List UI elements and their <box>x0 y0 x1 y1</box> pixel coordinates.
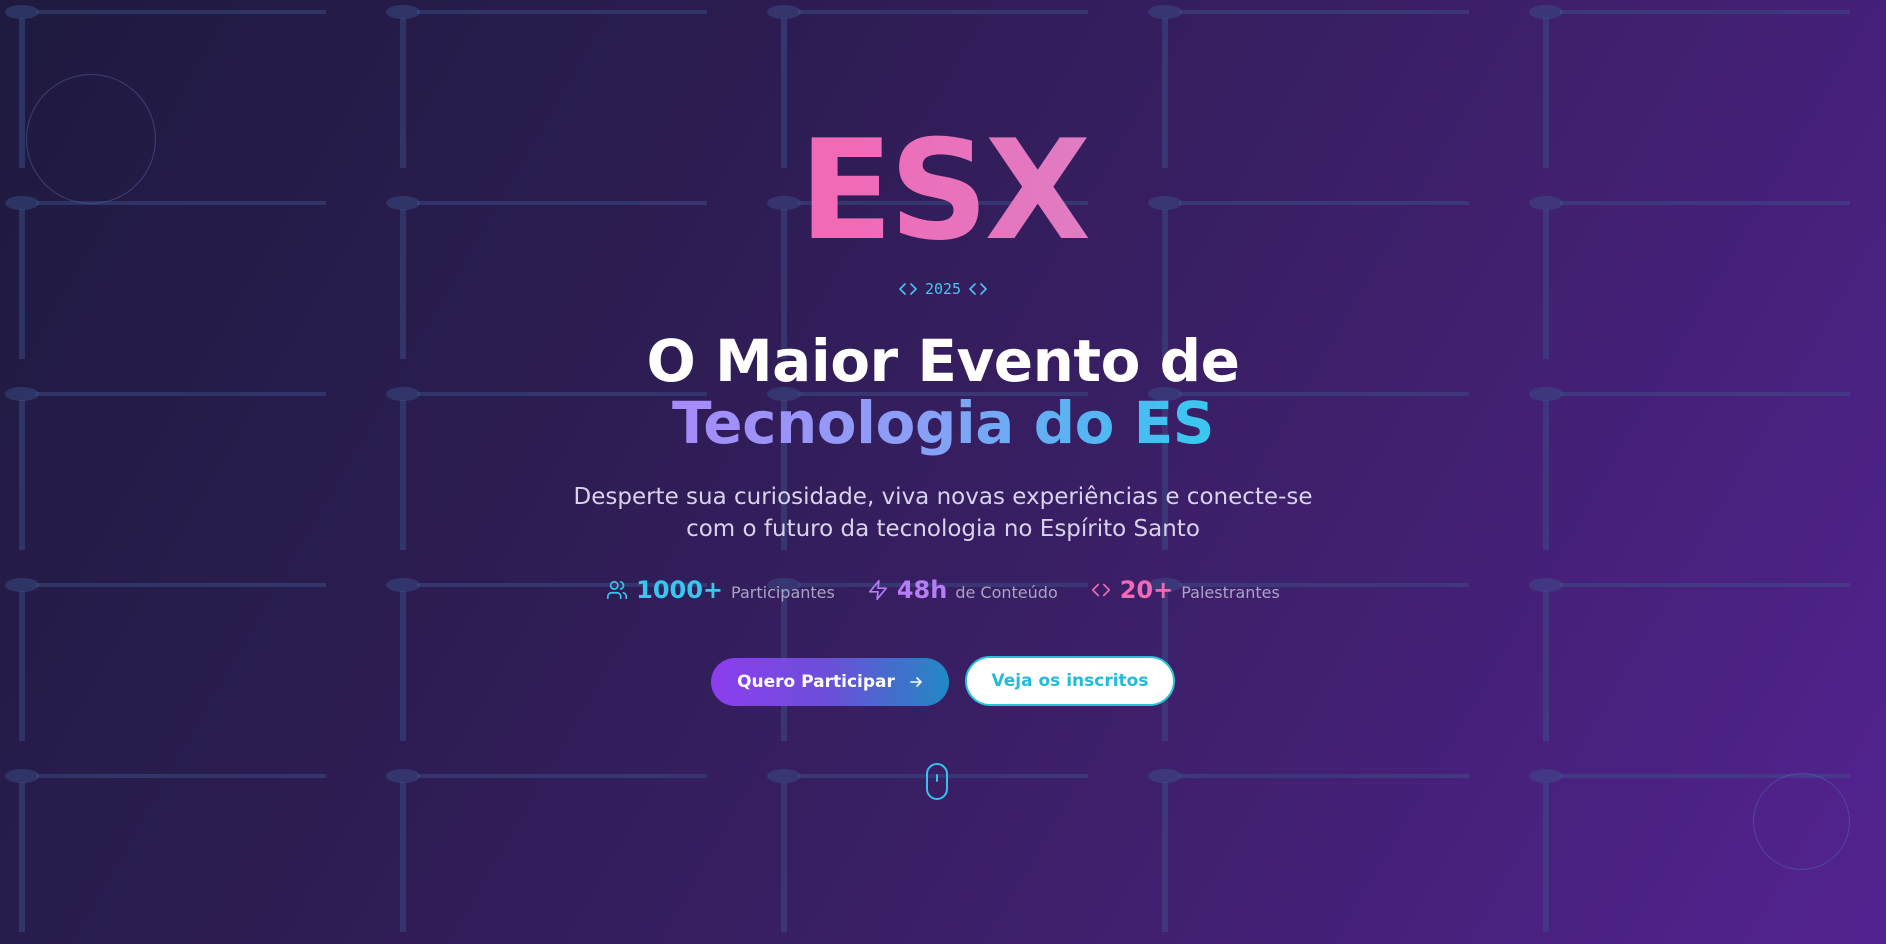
arrow-right-icon <box>910 677 922 687</box>
hero-title-line2: Tecnologia do ES <box>0 389 1886 457</box>
hero-title-line1: O Maior Evento de <box>646 327 1240 395</box>
event-logo: ESX <box>0 122 1886 260</box>
code-icon <box>969 283 987 295</box>
hero-section: ESX 2025 O Maior Evento de Tecnologia do… <box>0 0 1886 944</box>
stat-label: Palestrantes <box>1181 583 1280 602</box>
scroll-down-icon[interactable] <box>926 763 948 800</box>
view-registrants-button[interactable]: Veja os inscritos <box>965 656 1175 706</box>
hero-actions: Quero Participar Veja os inscritos <box>0 656 1886 706</box>
stat-label: Participantes <box>731 583 835 602</box>
event-year: 2025 <box>0 280 1886 298</box>
year-label: 2025 <box>924 280 962 298</box>
stat-value: 48h <box>896 576 948 604</box>
event-stats: 1000+ Participantes 48h de Conteúdo 20+ … <box>0 576 1886 604</box>
hero-subtitle: Desperte sua curiosidade, viva novas exp… <box>0 481 1886 545</box>
stat-value: 20+ <box>1119 576 1174 604</box>
hero-subtitle-line1: Desperte sua curiosidade, viva novas exp… <box>573 484 1313 510</box>
participate-button-label: Quero Participar <box>737 672 895 692</box>
code-icon <box>1091 583 1110 597</box>
stat-value: 1000+ <box>636 576 724 604</box>
lightning-icon <box>868 580 887 600</box>
hero-title-highlight: Tecnologia do ES <box>671 389 1215 457</box>
view-registrants-button-label: Veja os inscritos <box>991 671 1149 691</box>
participate-button[interactable]: Quero Participar <box>711 658 949 706</box>
stat-label: de Conteúdo <box>955 583 1058 602</box>
hero-subtitle-line2: com o futuro da tecnologia no Espírito S… <box>686 516 1200 542</box>
users-icon <box>607 580 628 600</box>
stat-participants: 1000+ Participantes <box>606 576 835 604</box>
scroll-wheel <box>936 774 938 782</box>
stat-speakers: 20+ Palestrantes <box>1090 576 1280 604</box>
code-icon <box>899 283 917 295</box>
stat-content-hours: 48h de Conteúdo <box>867 576 1058 604</box>
